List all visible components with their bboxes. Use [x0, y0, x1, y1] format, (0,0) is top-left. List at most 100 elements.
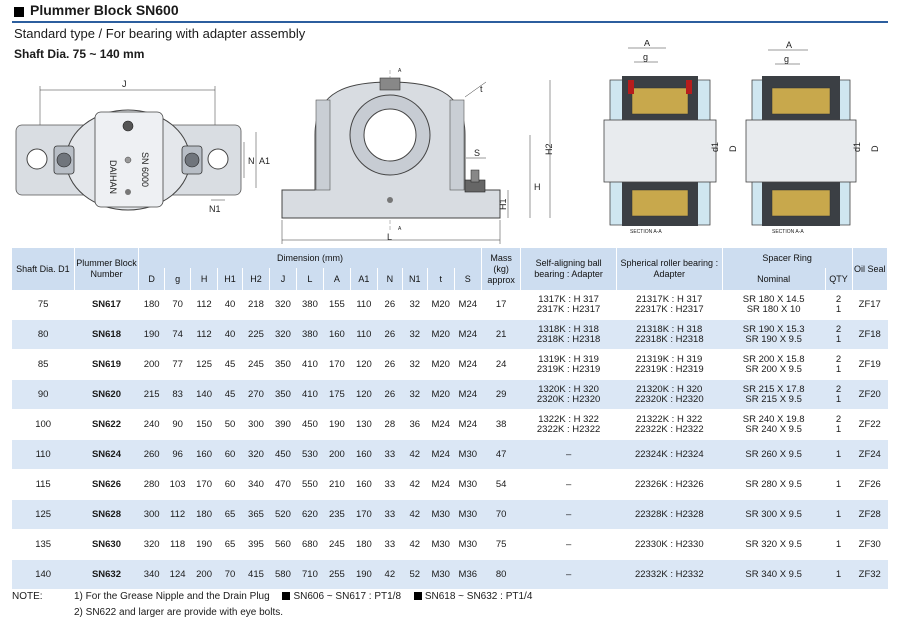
front-view-label-a-top: A	[398, 68, 402, 74]
dimension-cell: 32	[409, 358, 421, 370]
page-title: Plummer Block SN600	[30, 2, 179, 18]
top-view-label-a1: A1	[259, 156, 270, 166]
table-row: 125 SN628 300 112 180 65 365 520 620 235 170 33 42 M3…	[12, 499, 888, 530]
dimension-cell: 180	[355, 538, 372, 550]
dimension-cell: 580	[269, 559, 297, 590]
nominal-cell: SR 190 X 15.3 SR 190 X 9.5	[722, 319, 826, 350]
dimension-cell: 470	[275, 478, 291, 490]
top-view-drawing: J DAIHAN SN 6000 N A1 N1	[15, 79, 270, 214]
self-aligning-cell: –	[521, 470, 617, 500]
dimension-cell: 33	[384, 538, 396, 550]
block-number-cell: SN619	[91, 358, 122, 370]
section-view-right: A g d1 D SECTION A-A	[745, 40, 880, 235]
dimension-cell: 65	[217, 499, 243, 530]
mass-cell: 21	[481, 319, 521, 350]
dimension-cell: 450	[302, 418, 318, 430]
table-row: 90 SN620 215 83 140 45 270 350 410 175 120 26 32 M20 M…	[12, 379, 888, 410]
table-row: 85 SN619 200 77 125 45 245 350 410 170 120 26 32 M20 M…	[12, 350, 888, 380]
qty-cell-line: 1	[835, 508, 842, 520]
dimension-cell: 190	[196, 538, 212, 550]
front-view-label-s: S	[474, 148, 480, 158]
dimension-cell: 32	[409, 298, 421, 310]
dimension-cell: 120	[355, 358, 372, 370]
dimension-cell: 170	[350, 499, 378, 530]
dimension-cell: 215	[138, 379, 165, 410]
nominal-cell-line: SR 180 X 14.5	[742, 293, 805, 305]
section-right-label-g: g	[784, 54, 789, 64]
oil-seal-cell: ZF19	[858, 358, 881, 370]
shaft-dia-cell: 125	[12, 499, 75, 530]
dimension-cell: 90	[172, 418, 183, 430]
dimension-cell: 33	[377, 499, 403, 530]
dimension-cell: 36	[409, 418, 421, 430]
dimension-cell: 42	[377, 559, 403, 590]
header-dim-s: S	[454, 268, 482, 290]
qty-cell-line: 2	[835, 293, 842, 305]
dimension-cell: M30	[458, 538, 478, 550]
table-row: 115 SN626 280 103 170 60 340 470 550 210 160 33 42 M2…	[12, 470, 888, 500]
qty-cell-line: 1	[835, 448, 842, 460]
dimension-cell: 45	[217, 379, 243, 410]
self-aligning-cell-line: –	[565, 508, 572, 520]
oil-seal-cell: ZF17	[858, 298, 881, 310]
oil-seal-cell: ZF28	[852, 499, 888, 530]
section-left-label-g: g	[643, 52, 648, 62]
spherical-cell-line: 22317K : H2317	[634, 303, 704, 315]
nominal-cell: SR 180 X 14.5 SR 180 X 10	[722, 290, 825, 320]
qty-cell: 21	[825, 350, 852, 380]
header-dim-g: g	[164, 268, 192, 290]
self-aligning-cell: –	[520, 559, 617, 590]
dimension-cell: 550	[302, 478, 318, 490]
header-oil-seal: Oil Seal	[852, 248, 889, 290]
block-number-cell: SN626	[91, 478, 122, 490]
title-square-icon	[14, 7, 24, 17]
dimension-cell: 175	[323, 379, 351, 410]
qty-cell: 21	[825, 410, 852, 440]
dimension-cell: M36	[454, 559, 482, 590]
dimension-cell: 28	[384, 418, 396, 430]
qty-cell: 21	[825, 379, 853, 410]
top-view-label-n1: N1	[209, 204, 221, 214]
title-divider	[12, 21, 888, 23]
dimension-cell: 190	[350, 559, 378, 590]
dimension-cell: M20	[427, 319, 455, 350]
oil-seal-cell: ZF20	[852, 379, 888, 410]
nominal-cell-line: SR 190 X 15.3	[742, 323, 805, 335]
dimension-cell: 240	[143, 418, 160, 430]
dimension-cell: 74	[164, 319, 191, 350]
nominal-cell-line: SR 200 X 15.8	[742, 353, 805, 365]
dimension-cell: 410	[296, 379, 324, 410]
table-row: 110 SN624 260 96 160 60 320 450 530 200 160 33 42 M24…	[12, 439, 888, 470]
dimension-cell: 210	[328, 478, 345, 490]
qty-cell-line: 1	[835, 393, 842, 405]
dimension-cell: 300	[138, 499, 165, 530]
qty-cell-line: 1	[835, 363, 842, 375]
dimension-cell: 40	[224, 298, 236, 310]
spherical-cell: 21319K : H 319 22319K : H2319	[616, 350, 722, 380]
dimension-cell: 32	[402, 319, 428, 350]
header-spacer-ring: Spacer Ring	[722, 248, 853, 268]
qty-cell: 1	[825, 470, 852, 500]
qty-cell-line: 2	[835, 413, 842, 425]
top-view-model: SN 6000	[140, 152, 150, 187]
header-dim-h: H	[190, 268, 219, 290]
dimension-cell: 520	[269, 499, 297, 530]
dimension-cell: M20	[431, 358, 450, 370]
qty-cell-line: 1	[835, 423, 842, 435]
dimension-cell: 26	[377, 319, 403, 350]
note-1: 1) For the Grease Nipple and the Drain P…	[74, 591, 532, 602]
mass-cell: 24	[495, 358, 507, 370]
qty-cell-line: 1	[835, 538, 842, 550]
mass-cell: 47	[481, 439, 521, 470]
spherical-cell: 22324K : H2324	[616, 439, 723, 470]
dimension-cell: 124	[164, 559, 191, 590]
nominal-cell-line: SR 180 X 10	[746, 303, 801, 315]
specification-table: Shaft Dia. D1 Plummer Block Number Dimen…	[12, 248, 889, 590]
page-subtitle: Standard type / For bearing with adapter…	[14, 26, 306, 41]
nominal-cell: SR 320 X 9.5	[722, 530, 825, 560]
dimension-cell: 450	[269, 439, 297, 470]
dimension-cell: 395	[248, 538, 264, 550]
self-aligning-cell-line: 1322K : H 322	[538, 413, 599, 425]
dimension-cell: 680	[302, 538, 318, 550]
dimension-cell: 245	[248, 358, 264, 370]
